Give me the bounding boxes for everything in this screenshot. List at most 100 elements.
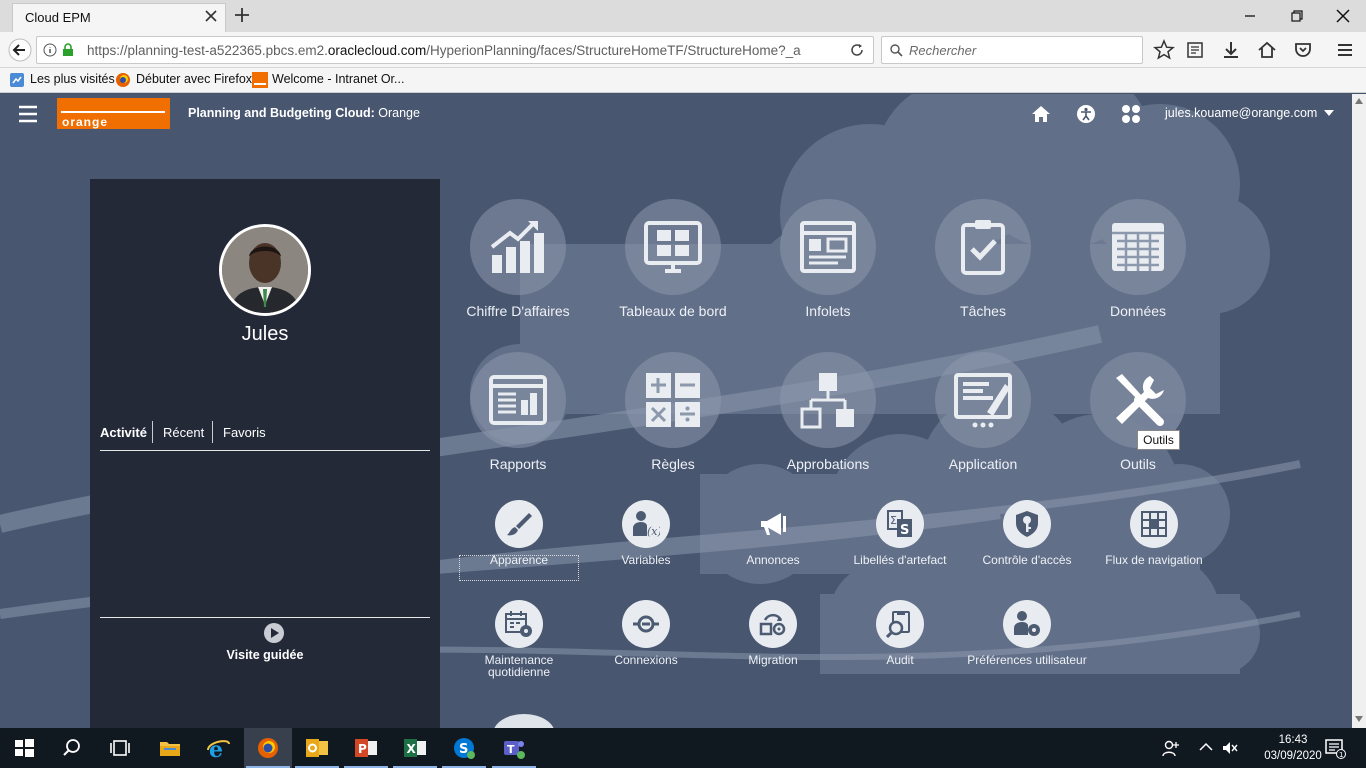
- menu-icon[interactable]: [1333, 38, 1357, 62]
- audit-icon: [886, 611, 910, 638]
- card-label: Rapports: [489, 456, 547, 472]
- play-icon[interactable]: [263, 622, 285, 644]
- bookmark-star-icon[interactable]: [1152, 38, 1176, 62]
- tab-favoris[interactable]: Favoris: [223, 425, 266, 440]
- home-icon[interactable]: [1031, 104, 1051, 124]
- bookmarks-bar: Les plus visités Débuter avec Firefox We…: [0, 68, 1366, 93]
- card-circle: [470, 352, 566, 448]
- user-gear-icon: [1014, 611, 1040, 636]
- download-icon[interactable]: [1219, 38, 1243, 62]
- bookmark-firefox[interactable]: Débuter avec Firefox: [136, 72, 252, 86]
- firefox-taskbar-button[interactable]: [244, 728, 292, 768]
- orange-logo: orange: [57, 98, 170, 129]
- tab-separator: [212, 421, 213, 443]
- people-icon[interactable]: [1162, 739, 1180, 757]
- card-label: Outils: [1120, 456, 1156, 472]
- card-circle: [780, 199, 876, 295]
- svg-text:P: P: [358, 742, 367, 756]
- brush-icon: [507, 513, 532, 536]
- windows-logo-icon: [15, 739, 34, 757]
- epm-app: orange Planning and Budgeting Cloud: Ora…: [0, 94, 1352, 728]
- card-circle: [470, 199, 566, 295]
- user-menu[interactable]: jules.kouame@orange.com: [1165, 106, 1334, 120]
- new-tab-icon[interactable]: [234, 7, 250, 23]
- pocket-icon[interactable]: [1291, 38, 1315, 62]
- reading-list-icon[interactable]: [1183, 38, 1207, 62]
- url-bar[interactable]: https://planning-test-a522365.pbcs.em2.o…: [36, 36, 874, 64]
- start-button[interactable]: [0, 728, 48, 768]
- internet-explorer-button[interactable]: e: [195, 728, 243, 768]
- card-label: Application: [948, 456, 1018, 472]
- tool-circle: (x): [622, 500, 670, 548]
- navigator-grid-icon[interactable]: [1121, 104, 1141, 124]
- svg-text:(x): (x): [647, 525, 660, 538]
- reload-icon[interactable]: [850, 43, 864, 57]
- info-icon[interactable]: [43, 43, 57, 57]
- hamburger-menu-icon[interactable]: [18, 105, 38, 123]
- volume-muted-icon[interactable]: [1221, 739, 1239, 757]
- tool-label: Variables: [621, 553, 671, 567]
- hierarchy-icon: [800, 373, 854, 429]
- guided-tour-link[interactable]: Visite guidée: [90, 648, 440, 662]
- tool-label: Préférences utilisateur: [967, 653, 1087, 667]
- back-icon[interactable]: [8, 38, 32, 62]
- teams-button[interactable]: T: [490, 728, 538, 768]
- close-tab-icon[interactable]: [203, 8, 219, 24]
- tab-recent[interactable]: Récent: [163, 425, 204, 440]
- outlook-button[interactable]: [293, 728, 341, 768]
- svg-text:Σ: Σ: [890, 514, 897, 527]
- clipboard-check-icon: [961, 220, 1005, 275]
- scroll-up-icon[interactable]: [1355, 98, 1363, 104]
- scrollbar[interactable]: [1352, 94, 1366, 728]
- minimize-icon[interactable]: [1240, 6, 1260, 26]
- browser-tab[interactable]: Cloud EPM: [12, 3, 226, 32]
- tools-icon: [1116, 374, 1164, 426]
- tab-separator: [152, 421, 153, 443]
- file-explorer-button[interactable]: [146, 728, 194, 768]
- powerpoint-button[interactable]: P: [342, 728, 390, 768]
- outlook-icon: [306, 739, 328, 757]
- bookmark-most-visited[interactable]: Les plus visités: [30, 72, 115, 86]
- search-icon: [63, 739, 80, 756]
- accessibility-icon[interactable]: [1076, 104, 1096, 124]
- system-clock[interactable]: 16:43 03/09/2020: [1262, 732, 1324, 764]
- close-window-icon[interactable]: [1333, 6, 1353, 26]
- most-visited-icon: [10, 73, 24, 87]
- task-view-icon: [110, 740, 130, 756]
- search-bar[interactable]: Rechercher: [881, 36, 1143, 64]
- home-icon[interactable]: [1255, 38, 1279, 62]
- card-label: Tableaux de bord: [619, 303, 727, 319]
- skype-button[interactable]: S: [440, 728, 488, 768]
- excel-button[interactable]: X: [391, 728, 439, 768]
- browser-nav-bar: https://planning-test-a522365.pbcs.em2.o…: [0, 32, 1366, 68]
- tab-activite[interactable]: Activité: [100, 425, 147, 440]
- tool-circle: [749, 600, 797, 648]
- restore-icon[interactable]: [1287, 6, 1307, 26]
- card-circle: [935, 199, 1031, 295]
- scroll-down-icon[interactable]: [1355, 716, 1363, 722]
- divider: [100, 617, 430, 618]
- product-title: Planning and Budgeting Cloud: Orange: [188, 106, 420, 120]
- tab-title: Cloud EPM: [25, 10, 91, 25]
- tool-circle: [495, 500, 543, 548]
- clock-time: 16:43: [1278, 734, 1308, 746]
- divider: [100, 450, 430, 451]
- search-button[interactable]: [48, 728, 96, 768]
- user-variable-icon: (x): [633, 511, 660, 538]
- tool-circle: [495, 600, 543, 648]
- card-circle: [625, 352, 721, 448]
- report-icon: [489, 375, 547, 425]
- task-view-button[interactable]: [96, 728, 144, 768]
- tool-label: Maintenance quotidienne: [484, 653, 554, 679]
- card-circle: [780, 352, 876, 448]
- card-circle: [935, 352, 1031, 448]
- chevron-up-icon[interactable]: [1199, 742, 1213, 752]
- windows-taskbar: e P X S T 16:43 03/09/2020 1: [0, 728, 1366, 768]
- card-label: Approbations: [786, 456, 870, 472]
- bar-chart-icon: [490, 221, 544, 273]
- notifications-icon[interactable]: 1: [1325, 739, 1347, 759]
- bookmark-intranet[interactable]: Welcome - Intranet Or...: [272, 72, 404, 86]
- user-panel: Jules Activité Récent Favoris Visite gui…: [90, 179, 440, 728]
- folder-icon: [160, 742, 180, 756]
- connection-icon: [633, 615, 659, 633]
